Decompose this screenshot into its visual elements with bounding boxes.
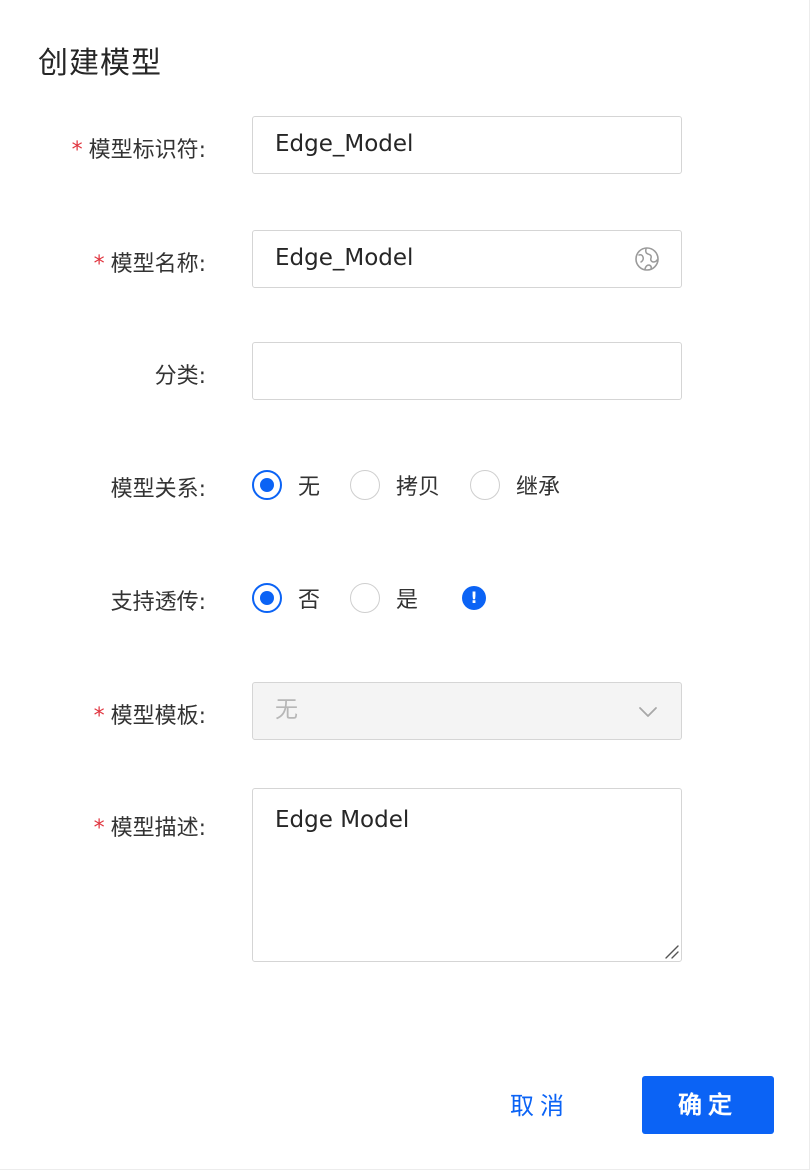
relation-option-copy[interactable]: 拷贝 [350, 469, 440, 501]
required-mark: * [93, 816, 105, 841]
radio-button[interactable] [350, 583, 381, 613]
passthrough-label: 支持透传: [110, 590, 206, 615]
template-select-value: 无 [275, 697, 298, 723]
required-mark: * [71, 138, 83, 163]
chevron-down-icon [639, 707, 657, 717]
relation-option-inherit[interactable]: 继承 [470, 469, 560, 501]
description-label: * 模型描述: [93, 816, 206, 841]
radio-label: 无 [298, 475, 321, 500]
radio-button[interactable] [350, 470, 381, 500]
description-textarea[interactable]: Edge Model [252, 788, 682, 962]
radio-label: 是 [396, 588, 419, 613]
relation-label: 模型关系: [110, 477, 206, 502]
dialog-title: 创建模型 [38, 46, 162, 81]
identifier-label: * 模型标识符: [71, 138, 206, 163]
name-input[interactable]: Edge_Model [252, 230, 682, 288]
category-label: 分类: [154, 364, 206, 389]
radio-label: 拷贝 [396, 475, 441, 500]
name-input-value: Edge_Model [275, 245, 414, 271]
radio-button-checked[interactable] [252, 583, 282, 613]
radio-label: 继承 [516, 475, 561, 500]
required-mark: * [93, 704, 105, 729]
relation-radio-group: 无 拷贝 继承 [252, 470, 590, 500]
cancel-button[interactable]: 取消 [500, 1080, 580, 1132]
category-input[interactable] [252, 342, 682, 400]
description-value: Edge Model [275, 807, 410, 833]
passthrough-option-no[interactable]: 否 [252, 582, 320, 614]
template-label: * 模型模板: [93, 704, 206, 729]
name-label: * 模型名称: [93, 252, 206, 277]
radio-button[interactable] [470, 470, 501, 500]
passthrough-radio-group: 否 是 ! [252, 582, 487, 614]
resize-handle-icon[interactable] [663, 943, 679, 959]
globe-icon[interactable] [633, 245, 661, 273]
info-icon[interactable]: ! [462, 586, 487, 610]
template-select[interactable]: 无 [252, 682, 682, 740]
required-mark: * [93, 252, 105, 277]
radio-button-checked[interactable] [252, 470, 282, 500]
radio-label: 否 [298, 588, 321, 613]
passthrough-option-yes[interactable]: 是 [350, 582, 418, 614]
create-model-dialog: 创建模型 * 模型标识符: Edge_Model * 模型名称: Edge_Mode… [0, 0, 810, 1170]
identifier-input[interactable]: Edge_Model [252, 116, 682, 174]
confirm-button[interactable]: 确定 [642, 1076, 774, 1134]
relation-option-none[interactable]: 无 [252, 469, 320, 501]
